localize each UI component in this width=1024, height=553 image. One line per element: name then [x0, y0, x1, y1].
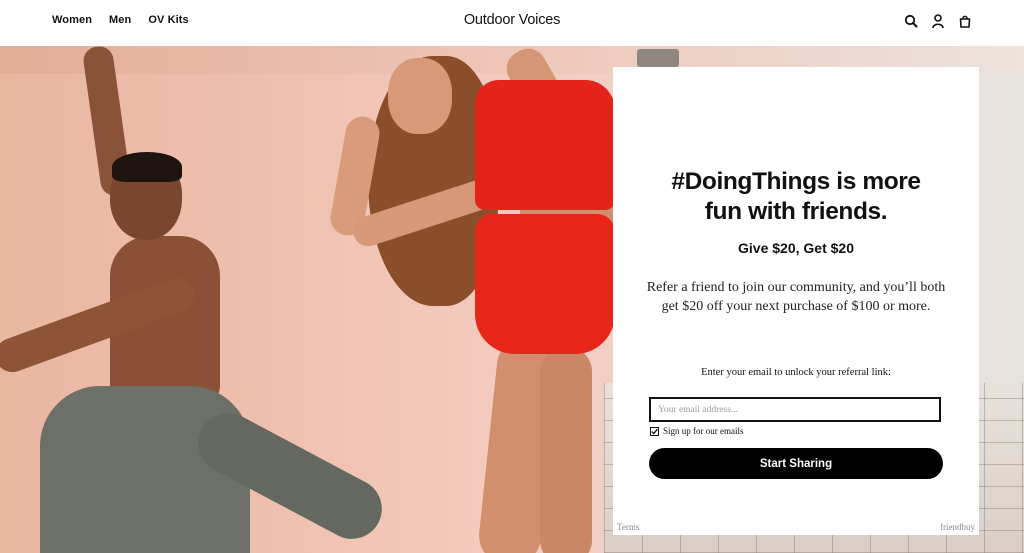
account-icon[interactable] — [931, 13, 945, 29]
woman-face — [388, 58, 452, 134]
man-hair — [112, 152, 182, 182]
modal-headline: #DoingThings is more fun with friends. — [613, 167, 979, 227]
headline-line-2: fun with friends. — [704, 198, 888, 225]
description-line-1: Refer a friend to join our community, an… — [646, 280, 946, 295]
checkmark-icon — [651, 428, 658, 435]
headline-line-1: #DoingThings is more — [671, 168, 921, 195]
signup-label: Sign up for our emails — [663, 426, 744, 436]
newsletter-signup: Sign up for our emails — [650, 426, 744, 436]
email-field[interactable] — [649, 397, 941, 422]
search-icon[interactable] — [904, 13, 918, 29]
cart-icon[interactable] — [958, 13, 972, 29]
start-sharing-button[interactable]: Start Sharing — [649, 448, 943, 479]
description-line-2: get $20 off your next purchase of $100 o… — [661, 299, 931, 314]
woman-red-top — [475, 80, 615, 210]
offer-title: Give $20, Get $20 — [738, 240, 854, 256]
woman-leg-back — [540, 346, 592, 553]
friendbuy-link[interactable]: friendbuy — [940, 522, 975, 532]
offer-description: Refer a friend to join our community, an… — [627, 278, 965, 316]
brand-logo[interactable]: Outdoor Voices — [0, 12, 1024, 28]
email-prompt: Enter your email to unlock your referral… — [701, 367, 891, 378]
woman-red-shorts — [475, 214, 615, 354]
header-actions — [904, 13, 972, 29]
referral-modal: #DoingThings is more fun with friends. G… — [613, 67, 979, 535]
site-header: Women Men OV Kits Outdoor Voices — [0, 0, 1024, 46]
wall-vent — [637, 49, 679, 67]
signup-checkbox[interactable] — [650, 426, 659, 436]
terms-link[interactable]: Terms — [617, 522, 639, 532]
